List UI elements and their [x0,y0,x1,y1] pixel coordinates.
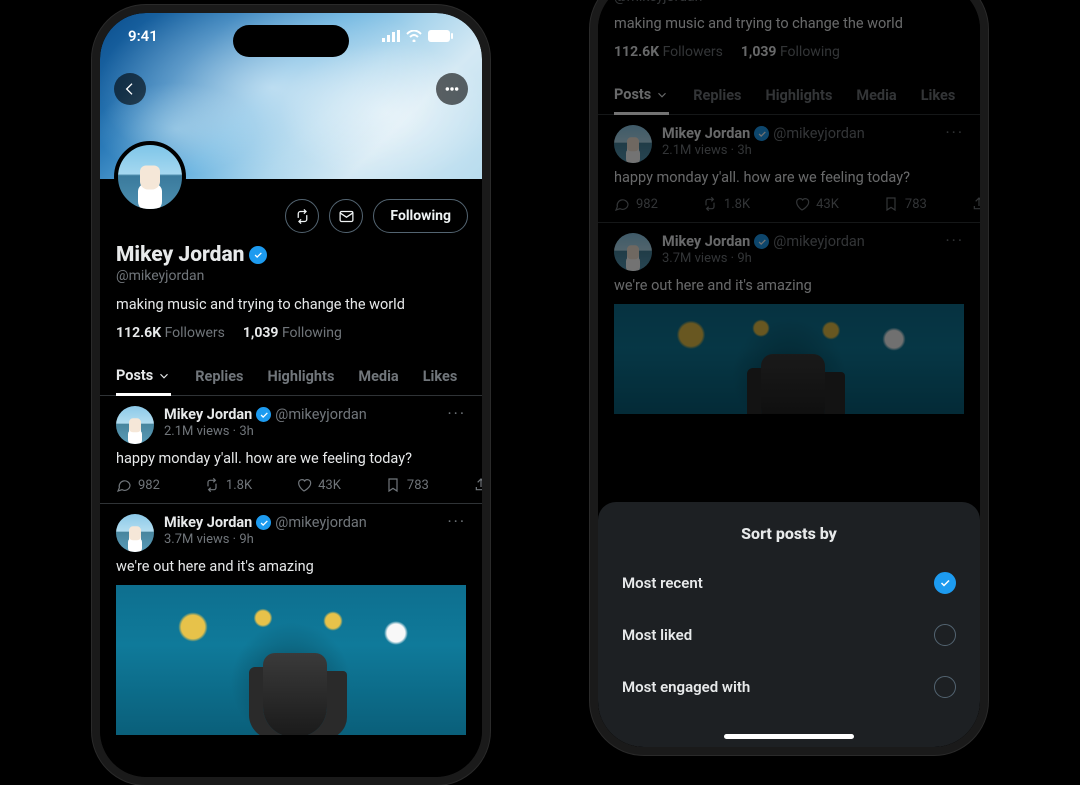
share-icon [473,477,482,493]
phone-right: @mikeyjordan making music and trying to … [590,0,988,755]
battery-icon [428,30,454,42]
status-time: 9:41 [128,27,158,45]
tab-replies[interactable]: Replies [195,357,243,395]
followers-stat[interactable]: 112.6K Followers [116,325,225,341]
post-text: happy monday y'all. how are we feeling t… [116,450,466,467]
profile-stats: 112.6K Followers 1,039 Following [116,325,466,341]
status-indicators [382,30,454,42]
bookmark-button[interactable]: 783 [385,477,429,493]
message-button[interactable] [329,199,363,233]
tab-media[interactable]: Media [358,357,398,395]
follow-button[interactable]: Following [373,199,468,233]
verified-badge [249,246,267,264]
post-author-name: Mikey Jordan [164,514,252,531]
envelope-icon [338,208,355,225]
wifi-icon [406,30,422,42]
option-label: Most engaged with [622,678,750,696]
reply-button[interactable]: 982 [116,477,160,493]
post-avatar[interactable] [116,406,154,444]
profile-tabs: Posts Replies Highlights Media Likes [100,351,482,396]
phone-left: 9:41 [92,5,490,785]
radio-unselected [934,624,956,646]
post-avatar[interactable] [116,514,154,552]
heart-icon [296,477,312,493]
post-age: 9h [239,532,253,547]
post-engagement: 982 1.8K 43K 783 [116,477,466,493]
sort-option-engaged[interactable]: Most engaged with [598,661,980,713]
repost-icon [294,208,311,225]
display-name: Mikey Jordan [116,243,244,267]
cellular-icon [382,30,400,42]
tab-posts[interactable]: Posts [116,357,171,396]
profile-handle: @mikeyjordan [116,268,466,284]
display-name-row: Mikey Jordan [116,243,466,267]
profile-bio: making music and trying to change the wo… [116,296,466,313]
tab-likes[interactable]: Likes [423,357,458,395]
post-views: 3.7M views [164,532,229,547]
notch [233,25,349,57]
radio-unselected [934,676,956,698]
post[interactable]: Mikey Jordan @mikeyjordan 3.7M views · 9… [100,504,482,735]
verified-badge [256,407,271,422]
post-media[interactable] [116,585,466,735]
repost-icon [204,477,220,493]
post-more-button[interactable]: ··· [447,406,466,444]
tab-highlights[interactable]: Highlights [267,357,334,395]
post-views: 2.1M views [164,424,229,439]
sort-option-recent[interactable]: Most recent [598,557,980,609]
bookmark-icon [385,477,401,493]
post-text: we're out here and it's amazing [116,558,466,575]
post-author-handle: @mikeyjordan [275,514,367,531]
sort-sheet: Sort posts by Most recent Most liked Mos… [598,502,980,747]
like-button[interactable]: 43K [296,477,341,493]
repost-button[interactable]: 1.8K [204,477,252,493]
option-label: Most liked [622,626,692,644]
home-indicator[interactable] [724,734,854,739]
option-label: Most recent [622,574,703,592]
post-author-name: Mikey Jordan [164,406,252,423]
reply-icon [116,477,132,493]
radio-selected [934,572,956,594]
chevron-down-icon [157,369,171,383]
sort-option-liked[interactable]: Most liked [598,609,980,661]
notify-button[interactable] [285,199,319,233]
share-button[interactable] [473,477,482,493]
verified-badge [256,515,271,530]
post-age: 3h [239,424,253,439]
following-stat[interactable]: 1,039 Following [243,325,342,341]
post-author-handle: @mikeyjordan [275,406,367,423]
post[interactable]: Mikey Jordan @mikeyjordan 2.1M views · 3… [100,396,482,504]
follow-label: Following [390,208,451,224]
post-more-button[interactable]: ··· [447,514,466,552]
sheet-title: Sort posts by [598,516,980,557]
